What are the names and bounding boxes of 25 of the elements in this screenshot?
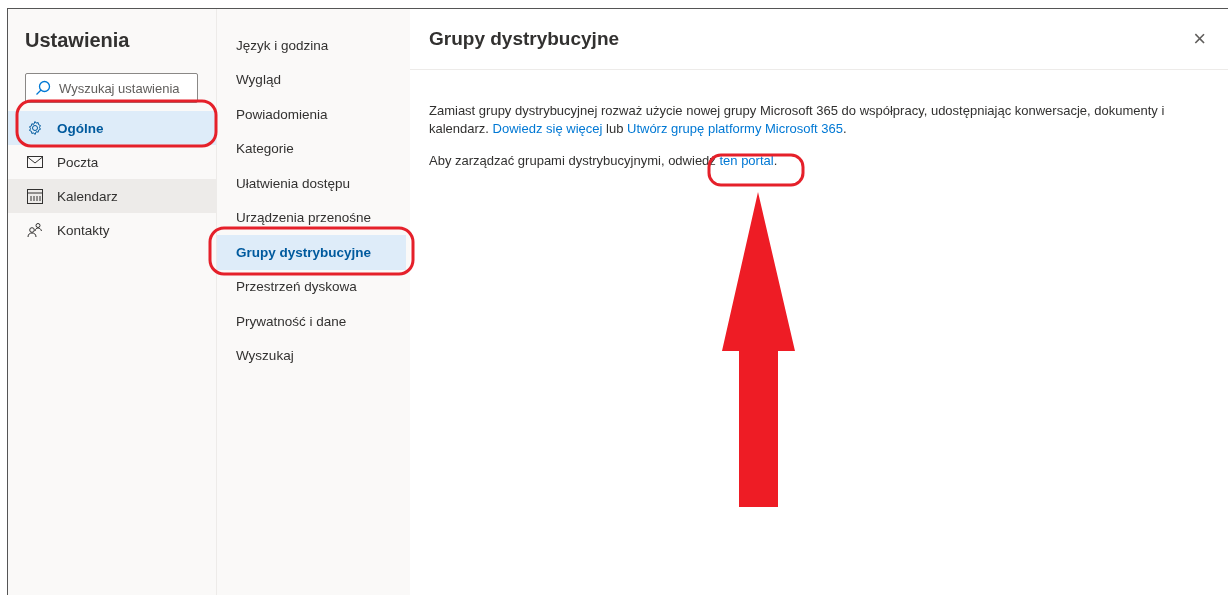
settings-category[interactable]: Przestrzeń dyskowa xyxy=(217,269,406,304)
settings-category[interactable]: Język i godzina xyxy=(217,28,406,63)
link[interactable]: ten portal xyxy=(719,153,774,168)
close-button[interactable]: × xyxy=(1189,26,1210,52)
link[interactable]: Dowiedz się więcej xyxy=(492,121,603,136)
settings-icon xyxy=(27,120,43,136)
settings-title: Ustawienia xyxy=(24,28,131,53)
settings-category[interactable]: Prywatność i dane xyxy=(217,304,406,339)
settings-category[interactable]: Ułatwienia dostępu xyxy=(217,166,406,201)
settings-category[interactable]: Wyszukaj xyxy=(217,338,406,373)
sidebar-item[interactable]: Kalendarz xyxy=(8,179,216,213)
settings-category[interactable]: Wygląd xyxy=(217,62,406,97)
settings-category[interactable]: Kategorie xyxy=(217,131,406,166)
settings-category[interactable]: Grupy dystrybucyjne xyxy=(217,235,406,270)
mail-icon xyxy=(27,156,43,168)
search-field[interactable]: Wyszukaj ustawienia xyxy=(25,73,198,103)
settings-category[interactable]: Powiadomienia xyxy=(217,97,406,132)
sidebar-item[interactable]: Kontakty xyxy=(8,213,216,247)
calendar-icon xyxy=(27,188,43,204)
page-title: Grupy dystrybucyjne xyxy=(429,28,620,50)
settings-category[interactable]: Urządzenia przenośne xyxy=(217,200,406,235)
sidebar-item[interactable]: Poczta xyxy=(8,145,216,179)
people-icon xyxy=(27,222,43,238)
sidebar-item[interactable]: Ogólne xyxy=(8,111,216,145)
info-paragraph: Zamiast grupy dystrybucyjnej rozważ użycie nowej grupy Microsoft 365 do współpracy, udostępniając konwersacje, dokumenty i kalendarz. Dowiedz się więcej lub Utwórz grupę platformy Microsoft 365. xyxy=(429,102,1166,138)
